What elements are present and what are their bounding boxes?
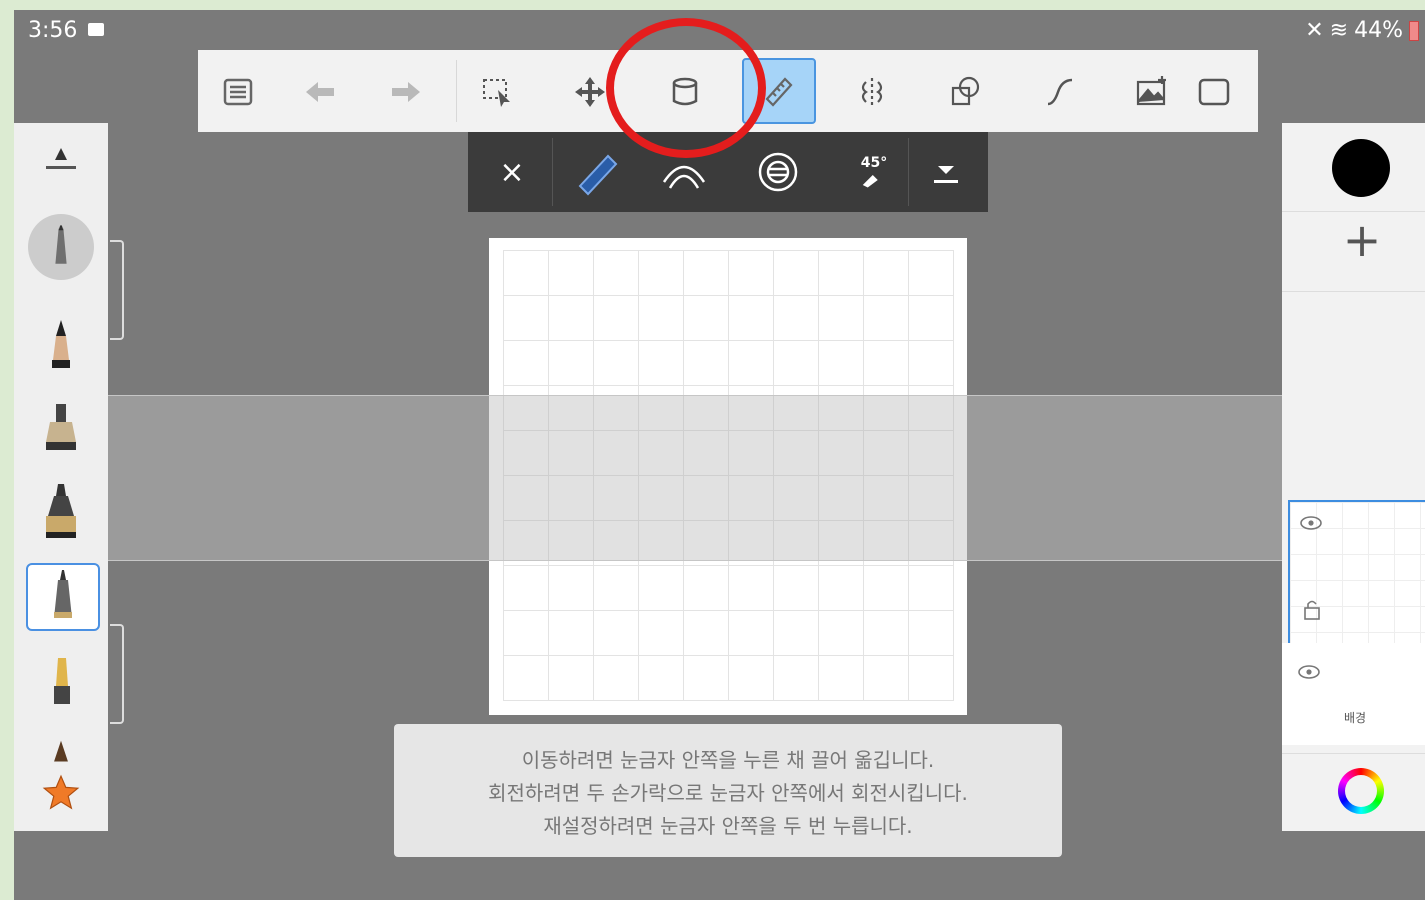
mute-icon: ✕ [1305,18,1324,43]
current-color-swatch[interactable] [1332,139,1390,197]
panel-divider [1282,211,1425,212]
app-screen: 3:56 ✕ ≋ 44% × 45° + 배경 이동하려면 눈금자 안쪽을 누른… [14,10,1425,900]
status-time: 3:56 [28,18,78,43]
wifi-icon: ≋ [1329,18,1349,43]
ruler-overlay-top [108,395,1282,561]
layer-name: 배경 [1344,711,1367,725]
panel-divider [1282,291,1425,292]
brush-group-bracket [110,624,124,724]
more-dropdown-icon[interactable] [918,146,974,198]
fullscreen-icon[interactable] [1192,70,1236,114]
favorites-star-icon[interactable] [26,771,96,815]
brush-small-icon[interactable] [26,737,96,767]
ruler-hint-box: 이동하려면 눈금자 안쪽을 누른 채 끌어 옮깁니다. 회전하려면 두 손가락으… [394,724,1062,857]
gallery-notification-icon [88,23,104,36]
close-ruler-button[interactable]: × [484,146,540,198]
ruler-divider [552,138,553,206]
eye-icon[interactable] [1298,665,1320,679]
lock-icon[interactable] [1302,598,1322,620]
status-right: ✕ ≋ 44% [1305,18,1419,43]
highlight-circle [606,18,766,158]
brush-library [14,123,108,831]
add-image-icon[interactable] [1130,70,1174,114]
toolbar-divider [456,60,457,122]
angle-snap-label: 45° [860,155,888,171]
redo-icon[interactable] [384,70,428,114]
layer-panel: + 배경 [1282,123,1425,831]
add-layer-button[interactable]: + [1337,215,1387,265]
brush-marker-icon[interactable] [26,395,96,459]
battery-percent: 44% [1354,18,1403,43]
brush-size-slider-icon[interactable] [26,131,96,195]
brush-inkpen-icon[interactable] [26,479,96,543]
angle-snap-button[interactable]: 45° [846,146,902,198]
ellipse-ruler-icon[interactable] [750,146,806,198]
undo-icon[interactable] [298,70,342,114]
brush-fountain-pen-icon[interactable] [26,653,96,717]
eye-icon[interactable] [1300,516,1322,530]
battery-icon [1409,20,1419,41]
ruler-divider [908,138,909,206]
hint-line: 회전하려면 두 손가락으로 눈금자 안쪽에서 회전시킵니다. [488,781,968,805]
brush-airbrush-icon[interactable] [26,214,96,280]
layer-item-active[interactable] [1288,500,1425,646]
symmetry-icon[interactable] [850,70,894,114]
list-icon[interactable] [216,70,260,114]
brush-group-bracket [110,240,124,340]
selection-icon[interactable] [476,70,520,114]
angle-snap-icon [862,175,878,188]
brush-technical-pen-icon[interactable] [26,563,100,631]
layer-item-background[interactable]: 배경 [1282,643,1425,745]
hint-line: 재설정하려면 눈금자 안쪽을 두 번 누릅니다. [543,814,913,838]
panel-divider [1282,753,1425,754]
curve-icon[interactable] [1038,70,1082,114]
brush-pencil-icon[interactable] [26,313,96,377]
shapes-icon[interactable] [944,70,988,114]
color-wheel-icon[interactable] [1338,768,1384,814]
hint-line: 이동하려면 눈금자 안쪽을 누른 채 끌어 옮깁니다. [521,748,935,772]
straight-ruler-icon[interactable] [570,146,626,198]
